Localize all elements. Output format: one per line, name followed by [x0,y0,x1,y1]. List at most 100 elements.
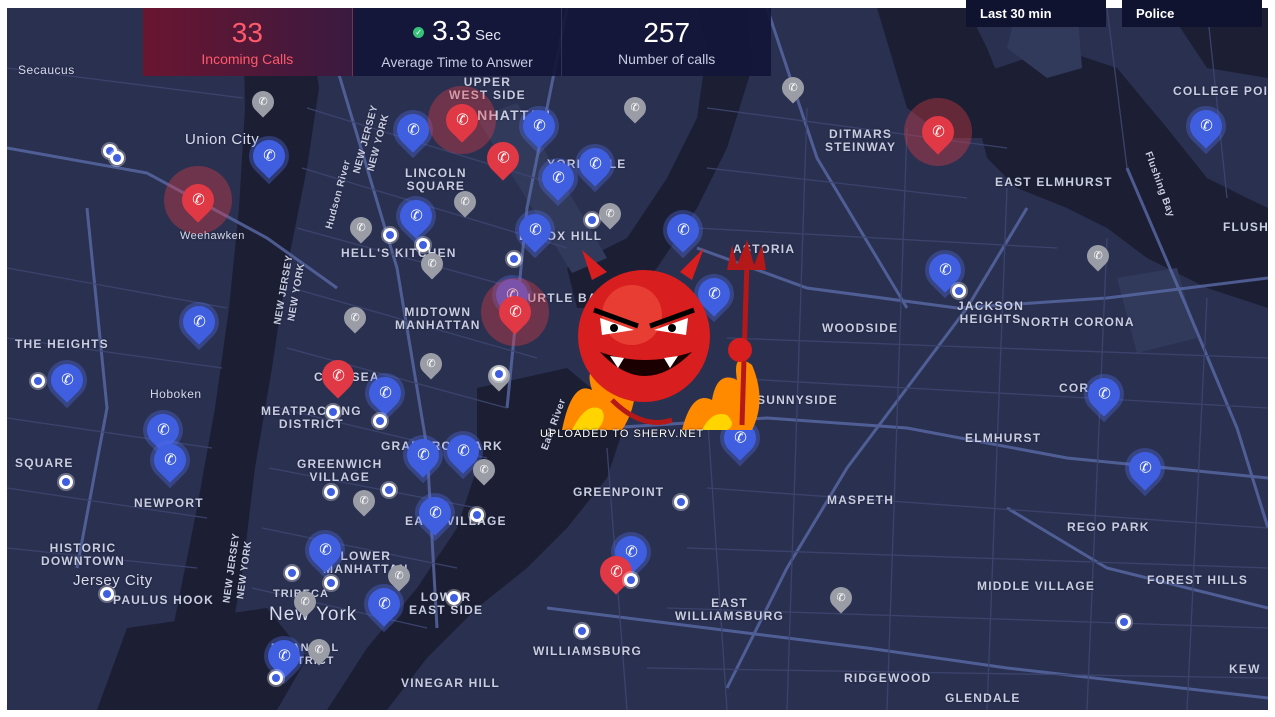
location-dot-icon[interactable] [575,624,589,638]
label-woodside: WOODSIDE [822,321,899,335]
label-jersey-city: Jersey City [73,572,153,589]
location-dot-icon[interactable] [507,252,521,266]
label-north-corona: NORTH CORONA [1021,315,1135,329]
avg-answer-value: 3.3 [432,14,472,46]
phone-icon: ✆ [314,643,324,656]
label-meatpacking: MEATPACKING DISTRICT [261,404,362,431]
location-dot-icon[interactable] [674,495,688,509]
location-dot-icon[interactable] [585,213,599,227]
location-dot-icon[interactable] [110,151,124,165]
stats-bar: 33 Incoming Calls ✓ 3.3 Sec Average Time t… [143,8,771,76]
phone-icon: ✆ [1199,117,1213,135]
phone-icon: ✆ [356,221,366,234]
phone-icon: ✆ [394,569,404,582]
check-icon: ✓ [413,26,425,38]
stat-average-time-to-answer[interactable]: ✓ 3.3 Sec Average Time to Answer [353,8,563,76]
agency-value: Police [1136,6,1175,21]
time-range-dropdown[interactable]: Last 30 min [966,0,1106,27]
location-dot-icon[interactable] [1117,615,1131,629]
label-elmhurst: ELMHURST [965,431,1042,445]
phone-icon: ✆ [836,591,846,604]
phone-icon: ✆ [300,595,310,608]
phone-icon: ✆ [60,371,74,389]
label-glendale: GLENDALE [945,691,1021,705]
phone-icon: ✆ [359,494,369,507]
location-dot-icon[interactable] [382,483,396,497]
location-dot-icon[interactable] [59,475,73,489]
num-calls-label: Number of calls [618,51,716,67]
phone-icon: ✆ [428,504,442,522]
label-square: SQUARE [15,456,74,470]
phone-icon: ✆ [460,195,470,208]
phone-icon: ✆ [508,303,522,321]
label-new-york: New York [269,604,358,625]
phone-icon: ✆ [528,221,542,239]
location-dot-icon[interactable] [269,671,283,685]
phone-icon: ✆ [192,313,206,331]
label-jackson-heights: JACKSON HEIGHTS [957,299,1025,326]
incoming-calls-label: Incoming Calls [201,51,294,67]
phone-icon: ✆ [1138,459,1152,477]
label-williamsburg: WILLIAMSBURG [533,644,643,658]
city-map[interactable]: Secaucus Union City Weehawken THE HEIGHT… [7,8,1268,710]
phone-icon: ✆ [931,123,945,141]
label-lincoln-square: LINCOLN SQUARE [405,166,467,193]
phone-icon: ✆ [479,463,489,476]
avg-answer-unit: Sec [475,26,501,44]
stat-incoming-calls[interactable]: 33 Incoming Calls [143,8,353,76]
stat-number-of-calls[interactable]: 257 Number of calls [562,8,771,76]
location-dot-icon[interactable] [100,587,114,601]
phone-icon: ✆ [163,451,177,469]
location-dot-icon[interactable] [470,508,484,522]
phone-icon: ✆ [427,257,437,270]
time-range-value: Last 30 min [980,6,1052,21]
location-dot-icon[interactable] [324,485,338,499]
label-kew: KEW [1229,662,1261,676]
phone-icon: ✆ [416,446,430,464]
phone-icon: ✆ [318,541,332,559]
phone-icon: ✆ [532,117,546,135]
label-historic-downtown: HISTORIC DOWNTOWN [41,541,126,568]
watermark-text: UPLOADED TO SHERV.NET [540,428,705,440]
phone-icon: ✆ [191,191,205,209]
phone-icon: ✆ [676,221,690,239]
label-east-elmhurst: EAST ELMHURST [995,175,1113,189]
label-lower-east-side: LOWER EAST SIDE [409,591,484,617]
phone-icon: ✆ [630,101,640,114]
label-midtown: MIDTOWN MANHATTAN [395,305,481,332]
location-dot-icon[interactable] [952,284,966,298]
location-dot-icon[interactable] [373,414,387,428]
location-dot-icon[interactable] [31,374,45,388]
location-dot-icon[interactable] [447,591,461,605]
phone-icon: ✆ [624,543,638,561]
phone-icon: ✆ [1093,249,1103,262]
location-dot-icon[interactable] [326,405,340,419]
location-dot-icon[interactable] [324,576,338,590]
phone-icon: ✆ [350,311,360,324]
phone-icon: ✆ [156,421,170,439]
label-gramercy: GRAMERCY PARK [381,439,503,453]
label-ditmars: DITMARS STEINWAY [825,127,897,154]
phone-icon: ✆ [406,121,420,139]
phone-icon: ✆ [409,207,423,225]
location-dot-icon[interactable] [383,228,397,242]
location-dot-icon[interactable] [285,566,299,580]
label-east-williamsburg: EAST WILLIAMSBURG [675,596,785,623]
label-ridgewood: RIDGEWOOD [844,671,932,685]
agency-dropdown[interactable]: Police [1122,0,1262,27]
label-newport: NEWPORT [134,496,204,510]
phone-icon: ✆ [551,169,565,187]
phone-icon: ✆ [588,155,602,173]
label-college-point: COLLEGE POINT [1173,84,1268,98]
phone-icon: ✆ [496,149,510,167]
label-hoboken: Hoboken [150,387,202,401]
num-calls-value: 257 [643,17,691,48]
label-rego-park: REGO PARK [1067,520,1150,534]
label-the-heights: THE HEIGHTS [15,337,109,351]
phone-icon: ✆ [378,384,392,402]
label-greenpoint: GREENPOINT [573,485,665,499]
location-dot-icon[interactable] [624,573,638,587]
location-dot-icon[interactable] [492,367,506,381]
location-dot-icon[interactable] [416,238,430,252]
phone-icon: ✆ [377,595,391,613]
